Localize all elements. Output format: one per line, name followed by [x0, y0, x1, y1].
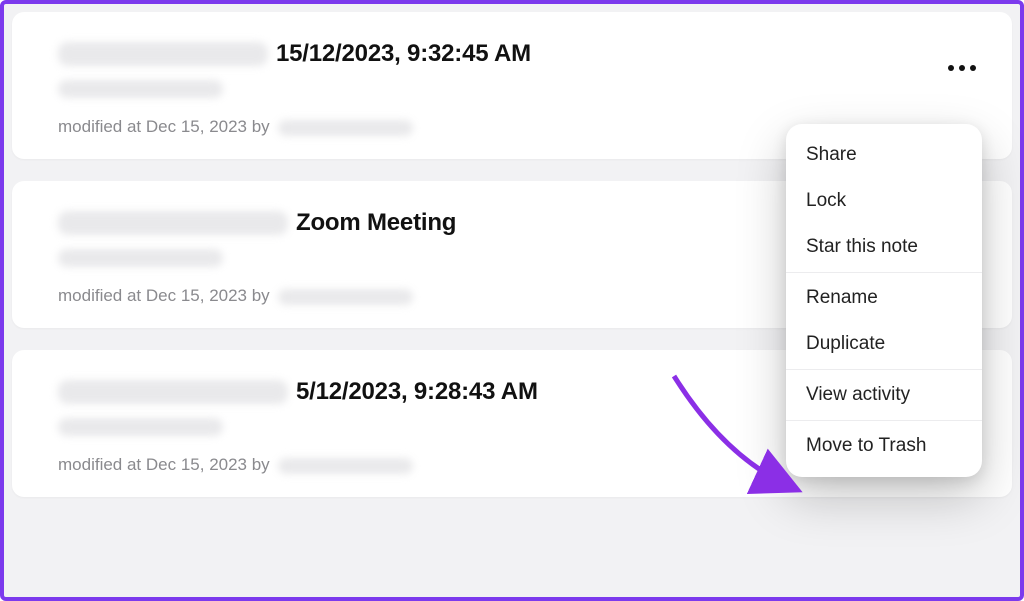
more-options-icon [970, 65, 976, 71]
redacted-title-prefix [58, 211, 288, 235]
more-options-button[interactable] [942, 56, 982, 80]
redacted-title-prefix [58, 380, 288, 404]
context-menu: Share Lock Star this note Rename Duplica… [786, 124, 982, 477]
menu-divider [786, 420, 982, 421]
menu-item-view-activity[interactable]: View activity [786, 372, 982, 418]
menu-item-duplicate[interactable]: Duplicate [786, 321, 982, 367]
redacted-author [278, 289, 413, 305]
app-frame: 15/12/2023, 9:32:45 AM modified at Dec 1… [0, 0, 1024, 601]
menu-item-rename[interactable]: Rename [786, 275, 982, 321]
modified-text: modified at Dec 15, 2023 by [58, 117, 270, 136]
menu-item-share[interactable]: Share [786, 132, 982, 178]
more-options-icon [959, 65, 965, 71]
menu-item-star[interactable]: Star this note [786, 224, 982, 270]
redacted-author [278, 120, 413, 136]
menu-item-lock[interactable]: Lock [786, 178, 982, 224]
modified-text: modified at Dec 15, 2023 by [58, 286, 270, 305]
note-title-row: 15/12/2023, 9:32:45 AM [58, 40, 976, 68]
note-title: Zoom Meeting [296, 209, 456, 237]
redacted-title-prefix [58, 42, 268, 66]
note-title: 15/12/2023, 9:32:45 AM [276, 40, 531, 68]
modified-text: modified at Dec 15, 2023 by [58, 455, 270, 474]
menu-divider [786, 369, 982, 370]
redacted-subtitle [58, 80, 223, 98]
menu-divider [786, 272, 982, 273]
redacted-subtitle [58, 249, 223, 267]
redacted-author [278, 458, 413, 474]
menu-item-move-to-trash[interactable]: Move to Trash [786, 423, 982, 469]
redacted-subtitle [58, 418, 223, 436]
note-title: 5/12/2023, 9:28:43 AM [296, 378, 538, 406]
more-options-icon [948, 65, 954, 71]
